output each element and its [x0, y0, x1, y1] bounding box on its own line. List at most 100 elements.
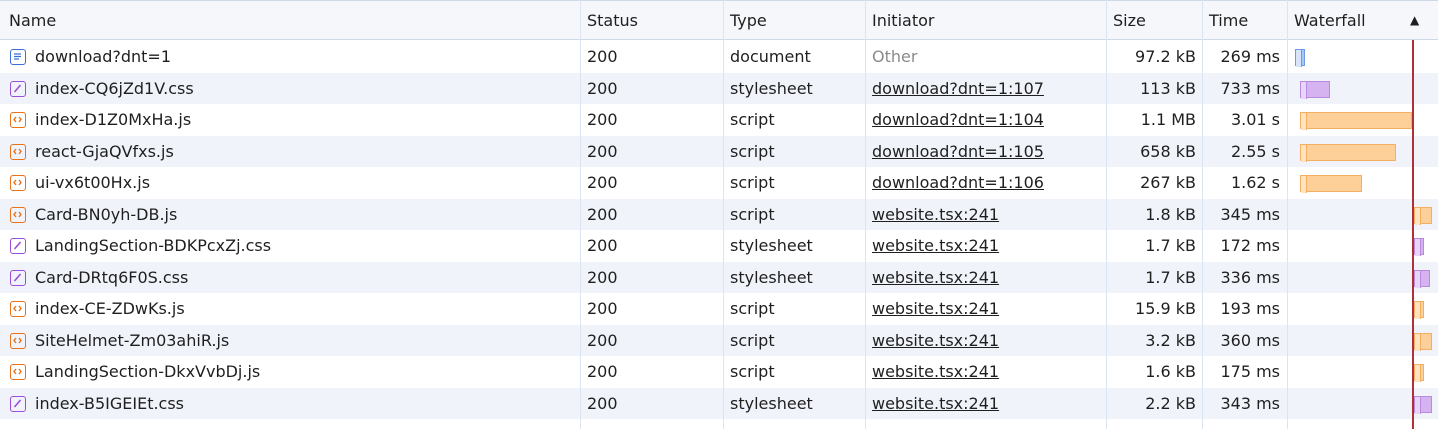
- sort-ascending-icon[interactable]: ▲: [1410, 1, 1419, 41]
- initiator-link[interactable]: website.tsx:241: [872, 199, 999, 231]
- waterfall-bar[interactable]: [1300, 143, 1396, 162]
- script-icon: [10, 364, 26, 380]
- request-type: script: [730, 299, 775, 318]
- waterfall-waiting-segment: [1296, 50, 1302, 67]
- table-row[interactable]: index-D1Z0MxHa.js 200 script download?dnt=1…: [0, 104, 1438, 136]
- request-name[interactable]: LandingSection-BDKPcxZj.css: [35, 230, 271, 262]
- request-name[interactable]: react-GjaQVfxs.js: [35, 136, 174, 168]
- initiator-link[interactable]: download?dnt=1:104: [872, 104, 1044, 136]
- request-size: 2.2 kB: [1145, 393, 1196, 413]
- table-row[interactable]: index-CQ6jZd1V.css 200 stylesheet download?…: [0, 72, 1438, 105]
- waterfall-waiting-segment: [1415, 396, 1421, 414]
- table-row[interactable]: index-CE-ZDwKs.js 200 script website.tsx:24…: [0, 293, 1438, 325]
- waterfall-bar[interactable]: [1300, 112, 1412, 130]
- script-icon: [10, 143, 26, 160]
- column-header-status[interactable]: Status: [587, 1, 638, 41]
- stylesheet-icon: [10, 269, 26, 286]
- initiator-link[interactable]: website.tsx:241: [872, 356, 999, 388]
- table-row[interactable]: LandingSection-DkxVvbDj.js 200 script websi…: [0, 356, 1438, 388]
- waterfall-waiting-segment: [1415, 365, 1421, 382]
- table-row[interactable]: LandingSection-BDKPcxZj.css 200 stylesheet…: [0, 230, 1438, 262]
- column-divider[interactable]: [865, 0, 866, 429]
- column-header-type[interactable]: Type: [730, 1, 767, 41]
- waterfall-bar[interactable]: [1414, 395, 1432, 414]
- request-name[interactable]: index-CQ6jZd1V.css: [35, 73, 194, 105]
- column-header-waterfall[interactable]: Waterfall: [1294, 1, 1366, 41]
- request-name[interactable]: index-CE-ZDwKs.js: [35, 293, 185, 325]
- request-size: 97.2 kB: [1135, 47, 1196, 66]
- waterfall-bar[interactable]: [1414, 332, 1432, 351]
- request-type: script: [730, 204, 775, 224]
- waterfall-bar[interactable]: [1300, 80, 1330, 99]
- waterfall-waiting-segment: [1301, 81, 1307, 99]
- request-type: document: [730, 47, 811, 66]
- column-divider[interactable]: [1202, 0, 1203, 429]
- request-type: script: [730, 173, 775, 192]
- table-header: Name Status Type Initiator Size Time Wat…: [0, 0, 1438, 40]
- request-name[interactable]: Card-BN0yh-DB.js: [35, 199, 177, 231]
- request-time: 175 ms: [1220, 362, 1280, 381]
- waterfall-bar[interactable]: [1300, 175, 1362, 193]
- column-divider[interactable]: [1106, 0, 1107, 429]
- table-row[interactable]: Card-DRtq6F0S.css 200 stylesheet website.ts…: [0, 261, 1438, 294]
- table-row[interactable]: index-B5IGEIEt.css 200 stylesheet website.t…: [0, 387, 1438, 420]
- stylesheet-icon: [10, 238, 26, 254]
- request-name[interactable]: download?dnt=1: [35, 41, 171, 73]
- request-name[interactable]: LandingSection-DkxVvbDj.js: [35, 356, 260, 388]
- request-initiator: Other: [872, 47, 918, 66]
- request-time: 172 ms: [1220, 236, 1280, 255]
- waterfall-bar[interactable]: [1414, 269, 1430, 288]
- waterfall-bar[interactable]: [1295, 49, 1305, 67]
- request-status: 200: [587, 236, 618, 255]
- request-status: 200: [587, 267, 618, 287]
- request-time: 360 ms: [1220, 330, 1280, 350]
- table-row[interactable]: react-GjaQVfxs.js 200 script download?dnt=1…: [0, 135, 1438, 168]
- table-row[interactable]: SiteHelmet-Zm03ahiR.js 200 script website.t…: [0, 324, 1438, 357]
- request-time: 193 ms: [1220, 299, 1280, 318]
- request-time: 2.55 s: [1230, 141, 1280, 161]
- waterfall-bar[interactable]: [1414, 301, 1424, 319]
- column-header-time[interactable]: Time: [1209, 1, 1248, 41]
- column-divider[interactable]: [580, 0, 581, 429]
- request-status: 200: [587, 362, 618, 381]
- request-type: stylesheet: [730, 393, 813, 413]
- table-row[interactable]: ui-vx6t00Hx.js 200 script download?dnt=1:10…: [0, 167, 1438, 199]
- script-icon: [10, 112, 26, 128]
- request-name[interactable]: index-B5IGEIEt.css: [35, 388, 184, 420]
- request-name[interactable]: SiteHelmet-Zm03ahiR.js: [35, 325, 229, 357]
- table-row[interactable]: download?dnt=1 200 document Other 97.2 kB 269…: [0, 41, 1438, 73]
- waterfall-waiting-segment: [1415, 239, 1421, 256]
- waterfall-bar[interactable]: [1414, 364, 1424, 382]
- initiator-link[interactable]: website.tsx:241: [872, 230, 999, 262]
- waterfall-waiting-segment: [1301, 113, 1307, 130]
- request-size: 1.6 kB: [1145, 362, 1196, 381]
- request-type: script: [730, 330, 775, 350]
- initiator-link[interactable]: download?dnt=1:105: [872, 136, 1044, 168]
- column-header-size[interactable]: Size: [1113, 1, 1146, 41]
- script-icon: [10, 206, 26, 223]
- request-name[interactable]: ui-vx6t00Hx.js: [35, 167, 150, 199]
- initiator-link[interactable]: download?dnt=1:106: [872, 167, 1044, 199]
- initiator-link[interactable]: website.tsx:241: [872, 262, 999, 294]
- column-header-name[interactable]: Name: [9, 1, 56, 41]
- request-size: 267 kB: [1140, 173, 1196, 192]
- request-size: 3.2 kB: [1145, 330, 1196, 350]
- waterfall-waiting-segment: [1415, 302, 1421, 319]
- column-header-initiator[interactable]: Initiator: [872, 1, 934, 41]
- initiator-link[interactable]: website.tsx:241: [872, 293, 999, 325]
- initiator-link[interactable]: download?dnt=1:107: [872, 73, 1044, 105]
- request-type: script: [730, 362, 775, 381]
- initiator-link[interactable]: website.tsx:241: [872, 325, 999, 357]
- column-divider[interactable]: [723, 0, 724, 429]
- network-request-table: Name Status Type Initiator Size Time Wat…: [0, 0, 1438, 429]
- request-name[interactable]: index-D1Z0MxHa.js: [35, 104, 191, 136]
- request-time: 733 ms: [1220, 78, 1280, 98]
- initiator-link[interactable]: website.tsx:241: [872, 388, 999, 420]
- request-name[interactable]: Card-DRtq6F0S.css: [35, 262, 188, 294]
- table-row[interactable]: Card-BN0yh-DB.js 200 script website.tsx:241…: [0, 198, 1438, 231]
- request-type: stylesheet: [730, 236, 813, 255]
- waterfall-bar[interactable]: [1414, 206, 1432, 225]
- waterfall-bar[interactable]: [1414, 238, 1424, 256]
- waterfall-waiting-segment: [1301, 176, 1307, 193]
- column-divider[interactable]: [1287, 0, 1288, 429]
